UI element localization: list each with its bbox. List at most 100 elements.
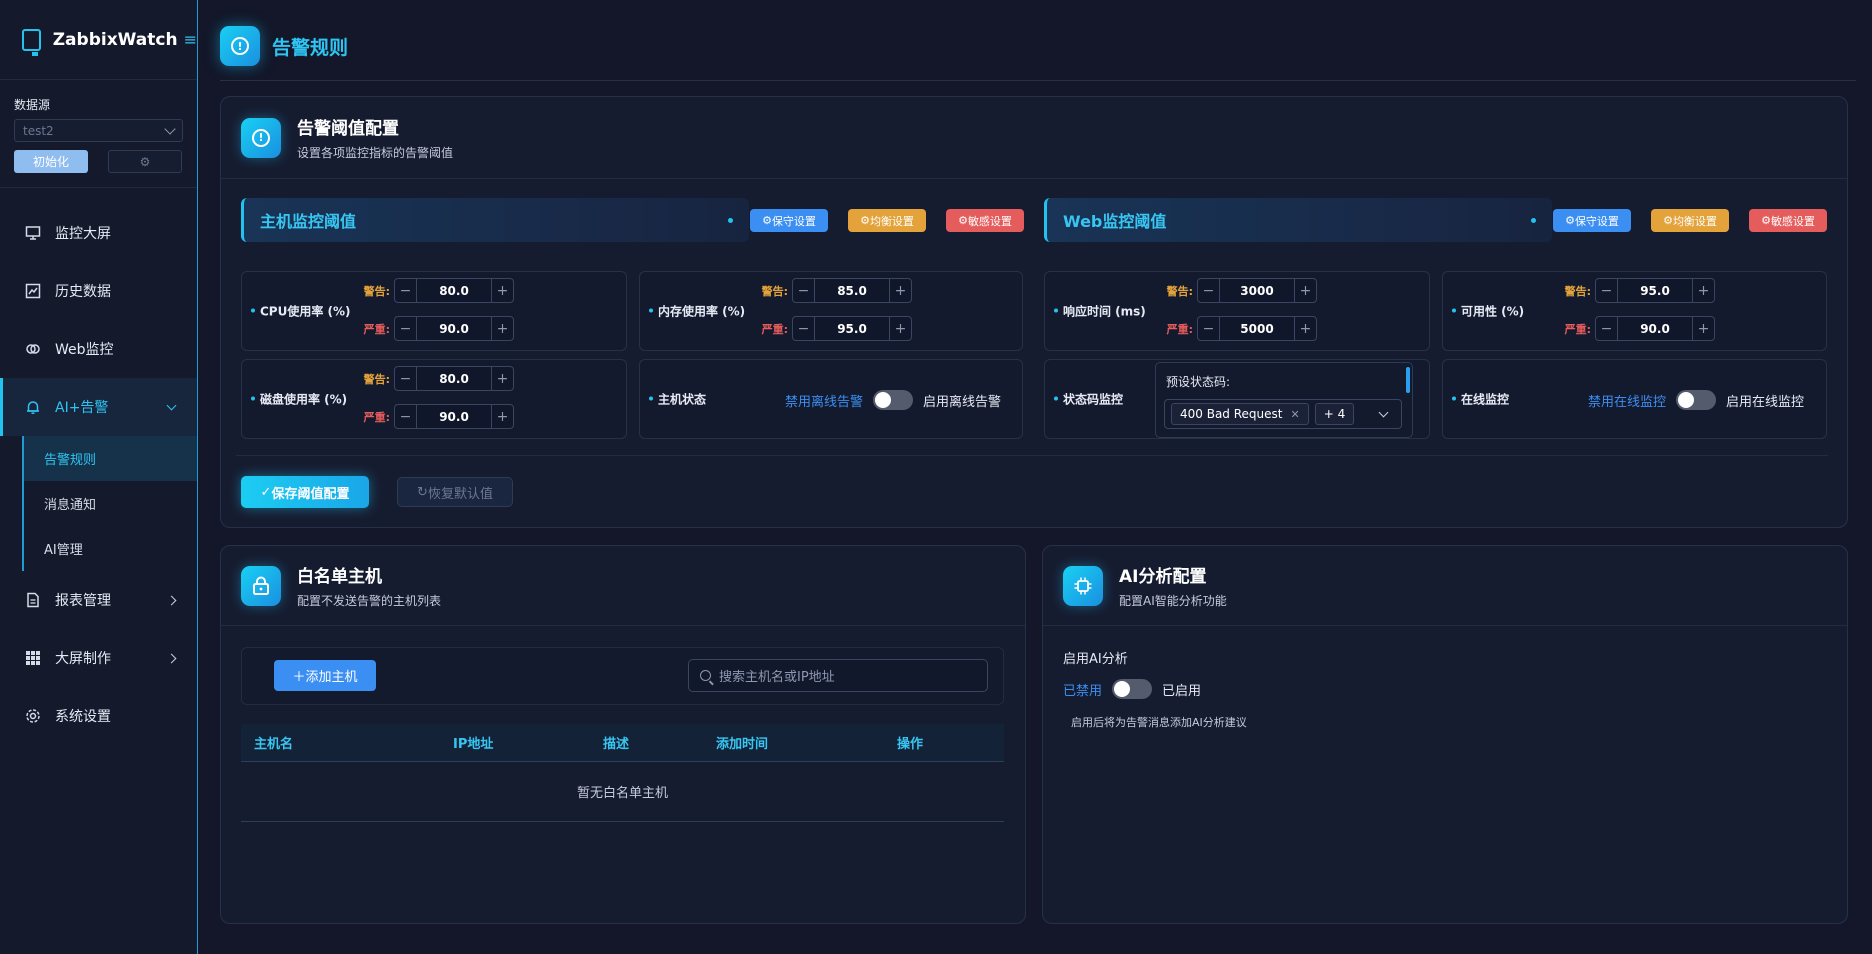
nav-item-ai-alert[interactable]: AI+告警 bbox=[0, 378, 197, 436]
sub-item-ai-manage[interactable]: AI管理 bbox=[24, 526, 197, 571]
plus-icon[interactable]: + bbox=[491, 279, 513, 302]
response-crit-value[interactable]: 5000 bbox=[1220, 317, 1294, 340]
web-preset-conservative-button[interactable]: ⚙ 保守设置 bbox=[1553, 209, 1631, 232]
availability-warn-stepper[interactable]: − 95.0 + bbox=[1595, 278, 1715, 303]
save-threshold-button[interactable]: ✓ 保存阈值配置 bbox=[241, 476, 369, 508]
minus-icon[interactable]: − bbox=[1596, 317, 1618, 340]
availability-warn-value[interactable]: 95.0 bbox=[1618, 279, 1692, 302]
online-monitor-toggle[interactable] bbox=[1676, 390, 1717, 410]
ai-disabled-label: 已禁用 bbox=[1063, 683, 1103, 699]
disk-warn-value[interactable]: 80.0 bbox=[417, 367, 491, 390]
nav-item-dashboard[interactable]: 监控大屏 bbox=[0, 204, 197, 262]
section-dot bbox=[728, 217, 733, 223]
reset-default-button[interactable]: ↻ 恢复默认值 bbox=[397, 477, 513, 507]
init-button[interactable]: 初始化 bbox=[14, 150, 88, 173]
host-offline-toggle[interactable] bbox=[873, 390, 914, 410]
ai-enabled-label: 已启用 bbox=[1162, 683, 1202, 699]
more-tags-badge[interactable]: + 4 bbox=[1314, 403, 1355, 425]
web-section-title: Web监控阈值 bbox=[1063, 212, 1167, 231]
nav-item-history[interactable]: 历史数据 bbox=[0, 262, 197, 320]
cpu-threshold: CPU使用率 (%) 警告: − 80.0 + 严重: − 90.0 + bbox=[241, 271, 627, 351]
memory-warn-value[interactable]: 85.0 bbox=[815, 279, 889, 302]
nav-label: Web监控 bbox=[55, 342, 114, 358]
whitelist-subtitle: 配置不发送告警的主机列表 bbox=[297, 594, 442, 608]
plus-icon[interactable]: + bbox=[1294, 317, 1316, 340]
cpu-warn-stepper[interactable]: − 80.0 + bbox=[394, 278, 514, 303]
cpu-warn-value[interactable]: 80.0 bbox=[417, 279, 491, 302]
availability-crit-stepper[interactable]: − 90.0 + bbox=[1595, 316, 1715, 341]
response-crit-stepper[interactable]: − 5000 + bbox=[1197, 316, 1317, 341]
warn-label: 警告: bbox=[1564, 284, 1591, 298]
col-ip: IP地址 bbox=[453, 737, 494, 752]
minus-icon[interactable]: − bbox=[395, 279, 417, 302]
minus-icon[interactable]: − bbox=[395, 317, 417, 340]
plus-icon[interactable]: + bbox=[491, 367, 513, 390]
plus-icon[interactable]: + bbox=[1294, 279, 1316, 302]
memory-warn-stepper[interactable]: − 85.0 + bbox=[792, 278, 912, 303]
preset-status-label: 预设状态码: bbox=[1166, 375, 1231, 389]
document-icon bbox=[24, 591, 42, 609]
web-preset-sensitive-button[interactable]: ⚙ 敏感设置 bbox=[1749, 209, 1827, 232]
plus-icon[interactable]: + bbox=[491, 317, 513, 340]
cpu-crit-value[interactable]: 90.0 bbox=[417, 317, 491, 340]
availability-threshold: 可用性 (%) 警告: − 95.0 + 严重: − 90.0 + bbox=[1442, 271, 1827, 351]
scrollbar[interactable] bbox=[1406, 367, 1410, 393]
nav-label: AI+告警 bbox=[55, 400, 109, 416]
plus-icon[interactable]: + bbox=[1692, 317, 1714, 340]
nav-item-screen-builder[interactable]: 大屏制作 bbox=[0, 629, 197, 687]
minus-icon[interactable]: − bbox=[395, 367, 417, 390]
status-code-select[interactable]: 400 Bad Request ✕ + 4 bbox=[1164, 399, 1402, 429]
response-warn-stepper[interactable]: − 3000 + bbox=[1197, 278, 1317, 303]
host-preset-balanced-button[interactable]: ⚙ 均衡设置 bbox=[848, 209, 926, 232]
page-header: ! 告警规则 bbox=[220, 26, 348, 66]
nav-label: 系统设置 bbox=[55, 709, 111, 725]
minus-icon[interactable]: − bbox=[1596, 279, 1618, 302]
ai-card-header: AI分析配置 配置AI智能分析功能 bbox=[1043, 546, 1847, 626]
plus-icon[interactable]: + bbox=[1692, 279, 1714, 302]
host-status-label: 主机状态 bbox=[648, 392, 707, 407]
nav-item-reports[interactable]: 报表管理 bbox=[0, 571, 197, 629]
minus-icon[interactable]: − bbox=[793, 317, 815, 340]
host-preset-conservative-button[interactable]: ⚙ 保守设置 bbox=[750, 209, 828, 232]
ai-enable-toggle[interactable] bbox=[1112, 679, 1153, 699]
datasource-select[interactable]: test2 bbox=[14, 119, 183, 142]
nav-item-settings[interactable]: 系统设置 bbox=[0, 687, 197, 745]
host-search-input[interactable]: 搜索主机名或IP地址 bbox=[688, 659, 988, 692]
alert-circle-icon: ! bbox=[241, 117, 281, 158]
response-warn-value[interactable]: 3000 bbox=[1220, 279, 1294, 302]
disk-warn-stepper[interactable]: − 80.0 + bbox=[394, 366, 514, 391]
minus-icon[interactable]: − bbox=[1198, 279, 1220, 302]
sub-item-notifications[interactable]: 消息通知 bbox=[24, 481, 197, 526]
minus-icon[interactable]: − bbox=[793, 279, 815, 302]
close-icon[interactable]: ✕ bbox=[1290, 408, 1299, 421]
minus-icon[interactable]: − bbox=[395, 405, 417, 428]
memory-crit-value[interactable]: 95.0 bbox=[815, 317, 889, 340]
crit-label: 严重: bbox=[363, 410, 390, 424]
web-preset-balanced-button[interactable]: ⚙ 均衡设置 bbox=[1651, 209, 1729, 232]
plus-icon[interactable]: + bbox=[491, 405, 513, 428]
ai-config-card: AI分析配置 配置AI智能分析功能 bbox=[1042, 545, 1848, 924]
chevron-down-icon bbox=[166, 400, 177, 410]
nav-item-web[interactable]: Web监控 bbox=[0, 320, 197, 378]
disk-threshold: 磁盘使用率 (%) 警告: − 80.0 + 严重: − 90.0 + bbox=[241, 359, 627, 439]
minus-icon[interactable]: − bbox=[1198, 317, 1220, 340]
chevron-right-icon bbox=[166, 595, 177, 605]
status-tag[interactable]: 400 Bad Request ✕ bbox=[1171, 403, 1309, 425]
disk-crit-stepper[interactable]: − 90.0 + bbox=[394, 404, 514, 429]
host-preset-sensitive-button[interactable]: ⚙ 敏感设置 bbox=[946, 209, 1024, 232]
datasource-panel: 数据源 test2 初始化 ⚙ bbox=[0, 80, 197, 188]
add-host-button[interactable]: ＋添加主机 bbox=[274, 660, 376, 691]
nav-label: 报表管理 bbox=[55, 593, 111, 609]
sub-item-alert-rules[interactable]: 告警规则 bbox=[24, 436, 197, 481]
availability-label: 可用性 (%) bbox=[1451, 304, 1525, 319]
plus-icon[interactable]: + bbox=[889, 279, 911, 302]
chevron-down-icon bbox=[1378, 407, 1389, 418]
datasource-settings-button[interactable]: ⚙ bbox=[108, 150, 182, 173]
memory-crit-stepper[interactable]: − 95.0 + bbox=[792, 316, 912, 341]
cpu-crit-stepper[interactable]: − 90.0 + bbox=[394, 316, 514, 341]
plus-icon[interactable]: + bbox=[889, 317, 911, 340]
menu-collapse-icon[interactable]: ≡ bbox=[184, 30, 197, 49]
threshold-card-header: ! 告警阈值配置 设置各项监控指标的告警阈值 bbox=[221, 97, 1847, 179]
availability-crit-value[interactable]: 90.0 bbox=[1618, 317, 1692, 340]
disk-crit-value[interactable]: 90.0 bbox=[417, 405, 491, 428]
